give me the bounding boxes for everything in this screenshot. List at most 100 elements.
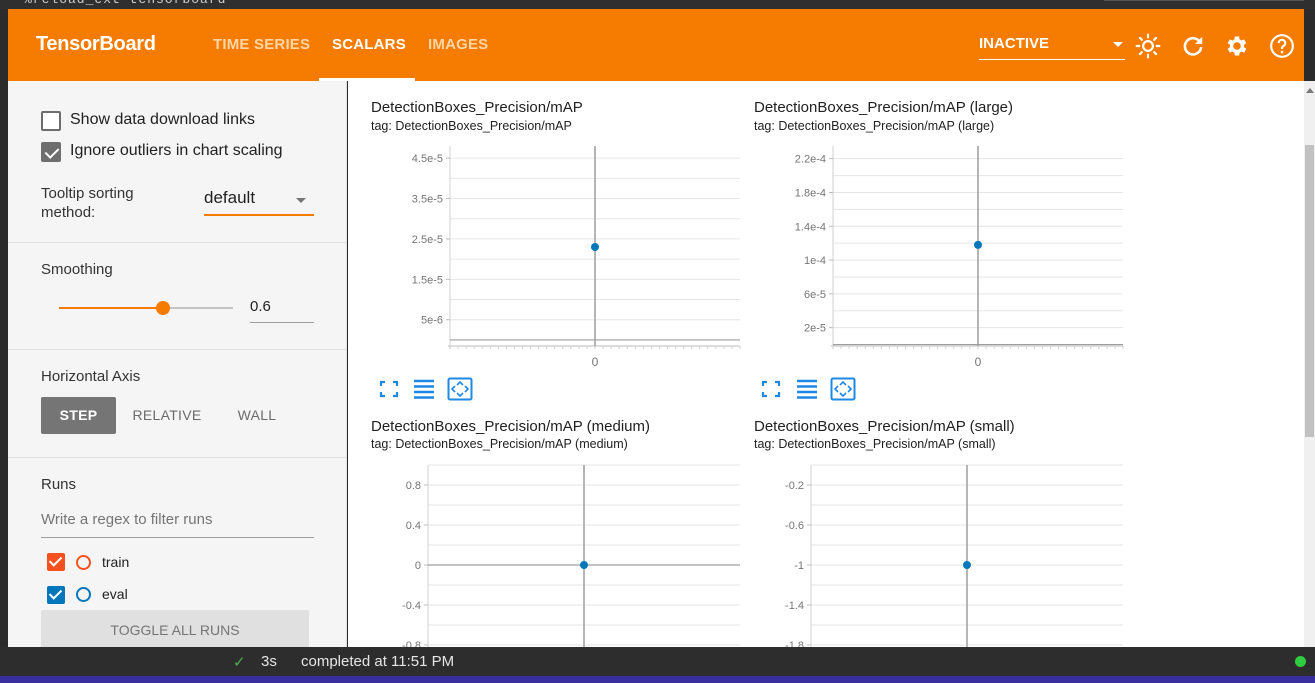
card-tag: tag: DetectionBoxes_Precision/mAP (small… — [754, 437, 996, 451]
card-title: DetectionBoxes_Precision/mAP (medium) — [371, 418, 651, 435]
notebook-cell-strip: %reload_ext tensorboard — [0, 0, 1315, 9]
ignore-outliers-label: Ignore outliers in chart scaling — [70, 142, 283, 159]
y-tick-label: 1.8e-4 — [795, 187, 826, 199]
smoothing-value-input[interactable]: 0.6 — [250, 298, 314, 323]
theme-toggle-icon[interactable] — [1135, 33, 1161, 59]
runtime-status-dot — [1295, 656, 1306, 667]
y-tick-label: -0.8 — [402, 640, 421, 647]
horizontal-axis-label: Horizontal Axis — [41, 368, 141, 385]
y-tick-label: 0 — [415, 560, 421, 572]
y-tick-label: 6e-5 — [804, 289, 826, 301]
run-eval-checkbox[interactable] — [47, 586, 65, 604]
scalar-chart-map-large[interactable]: 2.2e-4 1.8e-4 1.4e-4 1e-4 6e-5 2e-5 0 — [761, 141, 1131, 373]
fit-domain-icon[interactable] — [447, 377, 473, 401]
smoothing-slider-thumb[interactable] — [156, 301, 170, 315]
fullscreen-icon[interactable] — [376, 377, 402, 401]
run-train-label: train — [102, 554, 130, 570]
show-download-links-label: Show data download links — [70, 111, 256, 128]
y-tick-label: 4.5e-5 — [412, 153, 443, 165]
y-tick-label: 0.8 — [406, 480, 421, 492]
section-divider — [8, 242, 346, 243]
tab-images[interactable]: IMAGES — [428, 36, 488, 53]
run-train-checkbox[interactable] — [47, 553, 65, 571]
smoothing-slider-fill — [59, 307, 163, 309]
y-tick-label: 2.2e-4 — [795, 154, 826, 166]
plugin-select-value: INACTIVE — [979, 35, 1050, 52]
scroll-up-arrow-icon[interactable] — [1306, 88, 1314, 93]
y-tick-label: 5e-6 — [421, 315, 443, 327]
scalar-chart-map-small[interactable]: -0.2 -0.6 -1 -1.4 -1.8 — [761, 459, 1131, 647]
chevron-down-icon — [296, 198, 306, 203]
axis-wall-button[interactable]: WALL — [222, 397, 292, 434]
completion-message: completed at 11:51 PM — [301, 653, 455, 670]
tooltip-sorting-select[interactable]: default — [204, 188, 314, 216]
y-tick-label: 0.4 — [406, 520, 421, 532]
cell-status-bar: ✓ 3s completed at 11:51 PM — [0, 647, 1315, 676]
card-title: DetectionBoxes_Precision/mAP (large) — [754, 99, 1014, 116]
y-tick-label: -1.4 — [785, 600, 804, 612]
window-edge — [1304, 9, 1315, 81]
y-tick-label: 1.4e-4 — [795, 221, 826, 233]
tooltip-sorting-value: default — [204, 188, 256, 207]
card-title: DetectionBoxes_Precision/mAP (small) — [754, 418, 1015, 435]
refresh-icon[interactable] — [1180, 33, 1206, 59]
toggle-log-scale-icon[interactable] — [794, 377, 820, 401]
cell-command-text: %reload_ext tensorboard — [24, 0, 226, 7]
y-tick-label: -0.6 — [785, 520, 804, 532]
execution-duration: 3s — [261, 653, 277, 670]
run-eval-color-icon[interactable] — [76, 587, 91, 602]
checkmark-icon: ✓ — [233, 654, 246, 671]
x-tick-label: 0 — [592, 355, 599, 369]
smoothing-label: Smoothing — [41, 261, 113, 278]
x-tick-label: 0 — [975, 355, 982, 369]
toggle-all-runs-button[interactable]: TOGGLE ALL RUNS — [41, 610, 309, 647]
axis-step-button[interactable]: STEP — [41, 397, 116, 434]
fit-domain-icon[interactable] — [830, 377, 856, 401]
y-tick-label: 2.5e-5 — [412, 234, 443, 246]
ignore-outliers-checkbox[interactable] — [41, 142, 61, 162]
data-point — [591, 243, 599, 252]
data-point — [580, 561, 588, 569]
chevron-down-icon — [1113, 42, 1123, 47]
y-tick-label: -0.4 — [402, 600, 421, 612]
y-tick-label: 3.5e-5 — [412, 194, 443, 206]
scalars-dashboard: DetectionBoxes_Precision/mAP tag: Detect… — [348, 81, 1304, 647]
tab-time-series[interactable]: TIME SERIES — [213, 36, 310, 53]
run-eval-label: eval — [102, 586, 128, 602]
app-toolbar: TensorBoard TIME SERIES SCALARS IMAGES I… — [8, 9, 1304, 81]
bottom-bar — [0, 676, 1315, 683]
show-download-links-checkbox[interactable] — [41, 111, 61, 131]
y-tick-label: 1.5e-5 — [412, 274, 443, 286]
plugin-select[interactable]: INACTIVE — [979, 35, 1125, 60]
scalar-chart-map-medium[interactable]: 0.8 0.4 0 -0.4 -0.8 — [378, 459, 748, 647]
tab-scalars[interactable]: SCALARS — [332, 36, 406, 53]
scalar-chart-map[interactable]: 4.5e-5 3.5e-5 2.5e-5 1.5e-5 5e-6 0 — [378, 141, 748, 373]
card-tag: tag: DetectionBoxes_Precision/mAP (large… — [754, 119, 995, 133]
settings-sidebar: Show data download links Ignore outliers… — [8, 81, 347, 647]
y-tick-label: -1.8 — [785, 640, 804, 647]
y-tick-label: -0.2 — [785, 480, 804, 492]
fullscreen-icon[interactable] — [758, 377, 784, 401]
section-divider — [8, 457, 346, 458]
toggle-log-scale-icon[interactable] — [411, 377, 437, 401]
scrollbar-thumb[interactable] — [1305, 145, 1314, 437]
data-point — [974, 240, 982, 249]
run-train-color-icon[interactable] — [76, 555, 91, 570]
y-tick-label: 2e-5 — [804, 323, 826, 335]
settings-gear-icon[interactable] — [1224, 33, 1250, 59]
section-divider — [8, 349, 346, 350]
axis-relative-button[interactable]: RELATIVE — [126, 397, 208, 434]
main-scrollbar[interactable] — [1304, 81, 1315, 647]
card-tag: tag: DetectionBoxes_Precision/mAP (mediu… — [371, 437, 628, 451]
y-tick-label: -1 — [794, 560, 804, 572]
card-tag: tag: DetectionBoxes_Precision/mAP — [371, 119, 572, 133]
data-point — [963, 561, 971, 569]
help-icon[interactable] — [1269, 33, 1295, 59]
app-title: TensorBoard — [36, 33, 156, 55]
runs-filter-input[interactable]: Write a regex to filter runs — [41, 511, 314, 538]
card-title: DetectionBoxes_Precision/mAP — [371, 99, 583, 116]
cell-divider — [1104, 0, 1304, 1]
tooltip-sorting-label: Tooltip sorting method: — [41, 185, 134, 221]
y-tick-label: 1e-4 — [804, 255, 826, 267]
runs-label: Runs — [41, 476, 77, 493]
